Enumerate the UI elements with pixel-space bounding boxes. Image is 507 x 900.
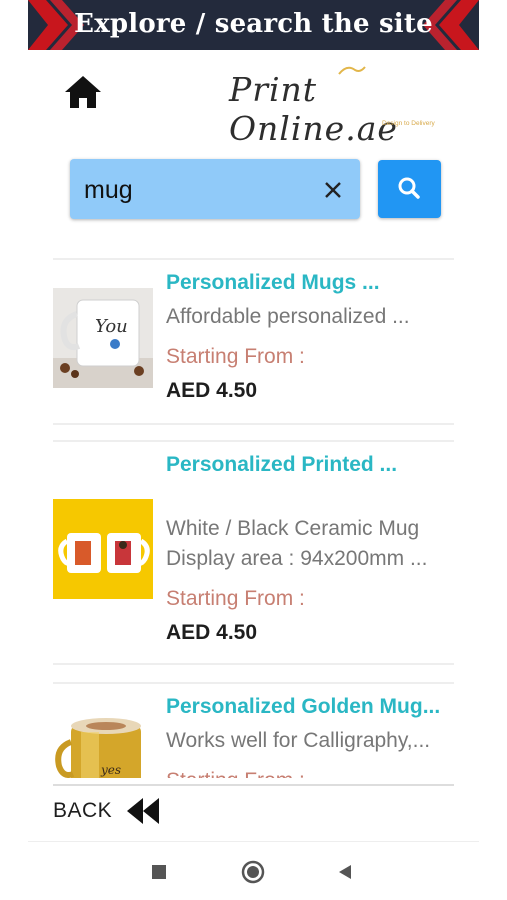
product-title[interactable]: Personalized Printed ...	[166, 453, 397, 477]
product-thumbnail: You	[53, 288, 153, 388]
list-divider	[53, 423, 454, 425]
starting-from-label: Starting From :	[166, 587, 305, 610]
recents-nav-button[interactable]	[150, 863, 168, 881]
logo-text: Print Online.ae	[229, 70, 398, 148]
back-button[interactable]: BACK	[53, 794, 173, 828]
list-divider	[53, 663, 454, 665]
nav-divider	[28, 841, 479, 842]
starting-from-label: Starting From :	[166, 345, 305, 368]
list-item[interactable]: yes Personalized Golden Mug... Works wel…	[53, 682, 454, 778]
product-price: AED 4.50	[166, 621, 258, 644]
logo-tagline: Design to Delivery	[382, 120, 435, 127]
product-title[interactable]: Personalized Mugs ...	[166, 271, 380, 295]
list-item[interactable]: Personalized Printed ... White / Black C…	[53, 440, 454, 663]
footer-divider	[53, 784, 454, 786]
site-logo[interactable]: Print Online.ae Design to Delivery	[225, 62, 460, 148]
home-button[interactable]	[62, 74, 104, 110]
product-thumbnail	[53, 499, 153, 599]
back-nav-button[interactable]	[336, 862, 356, 882]
clear-search-button[interactable]	[322, 179, 344, 201]
logo-swoosh-icon	[338, 66, 366, 75]
search-icon	[398, 177, 420, 199]
search-results-list: You Personalized Mugs ... Affordable per…	[53, 258, 454, 778]
home-nav-button[interactable]	[241, 860, 265, 884]
square-icon	[152, 865, 166, 879]
product-description: Affordable personalized ...	[166, 305, 410, 328]
search-field	[70, 159, 360, 219]
home-icon	[65, 76, 101, 108]
svg-text:You: You	[95, 316, 128, 337]
back-label: BACK	[53, 799, 113, 822]
banner-title: Explore / search the site	[74, 9, 433, 39]
product-title[interactable]: Personalized Golden Mug...	[166, 695, 440, 719]
triangle-back-icon	[339, 865, 351, 879]
search-input[interactable]	[82, 169, 316, 211]
product-description: White / Black Ceramic Mug	[166, 517, 420, 540]
product-thumbnail: yes	[53, 712, 153, 778]
svg-text:yes: yes	[100, 763, 121, 777]
search-button[interactable]	[378, 160, 441, 218]
product-description: Works well for Calligraphy,...	[166, 729, 431, 752]
list-item[interactable]: You Personalized Mugs ... Affordable per…	[53, 258, 454, 423]
circle-icon	[241, 860, 265, 884]
close-icon	[325, 182, 341, 198]
double-chevron-left-icon	[127, 798, 159, 824]
product-price: AED 4.50	[166, 379, 258, 402]
starting-from-label: Starting From :	[166, 769, 305, 778]
product-description: Display area : 94x200mm ...	[166, 547, 428, 570]
page-banner: Explore / search the site	[28, 0, 479, 50]
